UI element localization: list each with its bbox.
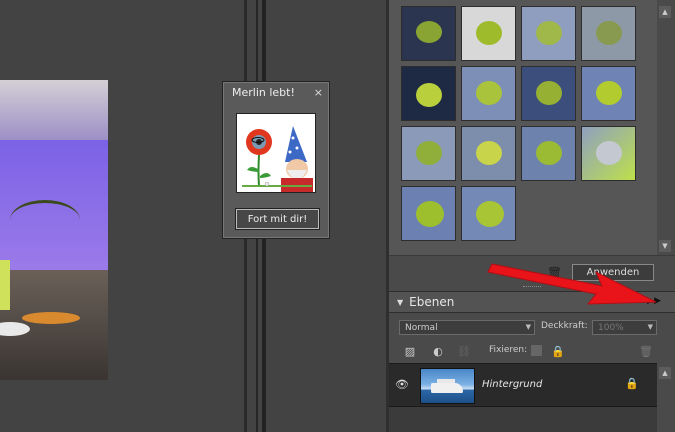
filter-thumb[interactable] — [521, 126, 576, 181]
merlin-dialog: Merlin lebt! × Fort mit dir! — [222, 81, 330, 239]
filter-thumb[interactable] — [461, 186, 516, 241]
layer-name: Hintergrund — [482, 379, 543, 390]
eye-icon[interactable]: 👁 — [395, 378, 409, 391]
annotation-arrow-icon — [487, 263, 657, 305]
document-photo — [0, 80, 108, 380]
opacity-label: Deckkraft: — [541, 321, 588, 331]
photo-table — [22, 312, 80, 324]
filter-thumb[interactable] — [401, 126, 456, 181]
blend-row: Normal ▼ Deckkraft: 100% ▼ — [389, 316, 675, 340]
filter-thumb[interactable] — [581, 126, 636, 181]
close-icon[interactable]: × — [314, 86, 323, 99]
layer-list-scrollbar[interactable]: ▲ — [657, 363, 673, 432]
lock-all-icon[interactable]: 🔒 — [551, 344, 565, 358]
fix-label: Fixieren: — [489, 345, 528, 355]
filter-thumb[interactable] — [401, 186, 456, 241]
photo-plant — [10, 200, 80, 240]
opacity-value: 100% — [598, 322, 624, 333]
scroll-up-icon[interactable]: ▲ — [659, 6, 671, 18]
chevron-down-icon: ▼ — [525, 323, 531, 331]
link-icon[interactable]: ⛓ — [457, 344, 471, 358]
collapse-triangle-icon[interactable]: ▼ — [397, 298, 403, 307]
fort-mit-dir-button[interactable]: Fort mit dir! — [236, 209, 319, 229]
scroll-up-icon[interactable]: ▲ — [659, 367, 671, 379]
opacity-field[interactable]: 100% ▼ — [592, 320, 657, 335]
blend-mode-value: Normal — [405, 322, 438, 333]
filter-thumb[interactable] — [461, 126, 516, 181]
blend-mode-select[interactable]: Normal ▼ — [399, 320, 535, 335]
photo-glass — [0, 260, 10, 310]
lock-icon: 🔒 — [625, 377, 639, 390]
dialog-titlebar[interactable]: Merlin lebt! × — [223, 82, 329, 102]
filter-thumb[interactable] — [461, 66, 516, 121]
filter-thumb[interactable] — [401, 6, 456, 61]
chevron-down-icon: ▼ — [647, 323, 653, 331]
flower-wizard-illustration — [237, 114, 315, 192]
filter-thumbnail-grid — [389, 0, 657, 255]
filter-thumb[interactable] — [401, 66, 456, 121]
filter-thumb[interactable] — [581, 6, 636, 61]
layer-tools-row: ▨ ◐ ⛓ Fixieren: 🔒 🗑 — [389, 340, 675, 362]
right-panel: ▲ ▼ 🗑 Anwenden ▼ Ebenen ▶▶ Normal ▼ Deck… — [389, 0, 675, 432]
lock-transparent-icon[interactable] — [531, 345, 542, 356]
layer-thumbnail — [420, 368, 475, 404]
photo-ceiling — [0, 80, 108, 140]
dialog-title: Merlin lebt! — [232, 85, 295, 99]
filter-thumb[interactable] — [581, 66, 636, 121]
adjustment-layer-icon[interactable]: ◐ — [431, 344, 445, 358]
filter-thumb[interactable] — [521, 66, 576, 121]
layer-row[interactable]: 👁 Hintergrund 🔒 — [389, 363, 657, 407]
new-layer-icon[interactable]: ▨ — [403, 344, 417, 358]
merlin-image — [236, 113, 316, 193]
layer-list: 👁 Hintergrund 🔒 — [389, 363, 657, 432]
layers-panel-title: Ebenen — [409, 295, 455, 309]
filter-thumb[interactable] — [521, 6, 576, 61]
filter-thumb[interactable] — [461, 6, 516, 61]
filter-scrollbar[interactable]: ▲ ▼ — [657, 0, 673, 255]
delete-layer-icon[interactable]: 🗑 — [639, 344, 653, 358]
